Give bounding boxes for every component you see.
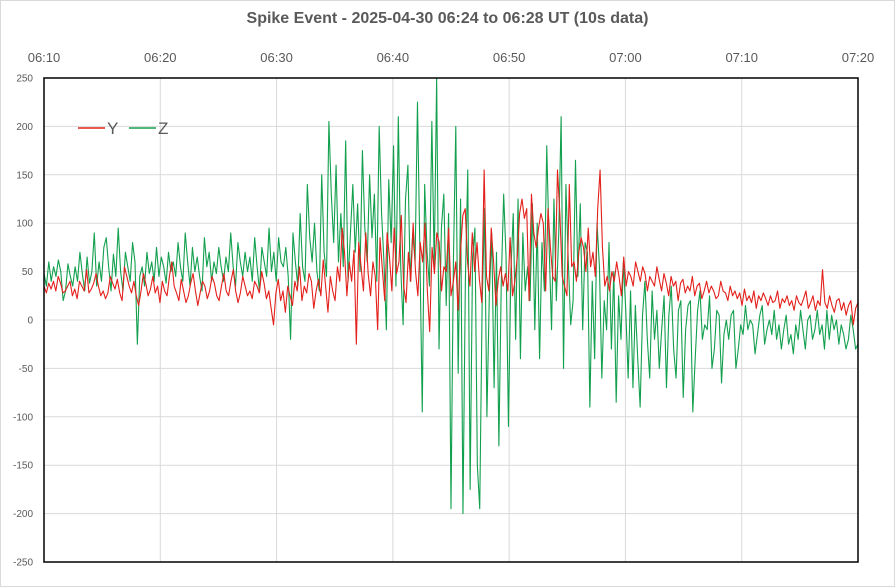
x-tick-label: 07:00 [609, 50, 642, 65]
y-tick-label: 200 [16, 122, 33, 133]
legend-label-z: Z [158, 119, 168, 138]
x-tick-label: 06:50 [493, 50, 526, 65]
line-chart: 06:10 06:20 06:30 06:40 06:50 07:00 07:10 07:20… [13, 50, 875, 569]
y-tick-label: -100 [13, 412, 33, 423]
x-tick-label: 06:30 [260, 50, 293, 65]
legend: YZ [78, 119, 168, 138]
series-lines [43, 77, 859, 515]
x-tick-labels: 06:10 06:20 06:30 06:40 06:50 07:00 07:10 07:20 [28, 50, 875, 65]
y-tick-labels: 250 200 150 100 50 0 -50 -100 -150 -200 -250 [13, 74, 33, 569]
y-tick-label: 150 [16, 170, 33, 181]
y-tick-label: 0 [27, 316, 33, 327]
y-tick-label: 250 [16, 74, 33, 85]
y-tick-label: -50 [19, 364, 34, 375]
x-tick-label: 06:20 [144, 50, 177, 65]
y-tick-label: 100 [16, 219, 33, 230]
y-tick-label: 50 [22, 267, 34, 278]
y-tick-label: -200 [13, 509, 33, 520]
x-tick-label: 07:20 [842, 50, 875, 65]
x-tick-label: 06:10 [28, 50, 61, 65]
x-tick-label: 06:40 [377, 50, 410, 65]
y-tick-label: -250 [13, 558, 33, 569]
y-tick-label: -150 [13, 461, 33, 472]
x-tick-label: 07:10 [725, 50, 758, 65]
series-line-y [43, 169, 859, 345]
legend-label-y: Y [107, 119, 118, 138]
